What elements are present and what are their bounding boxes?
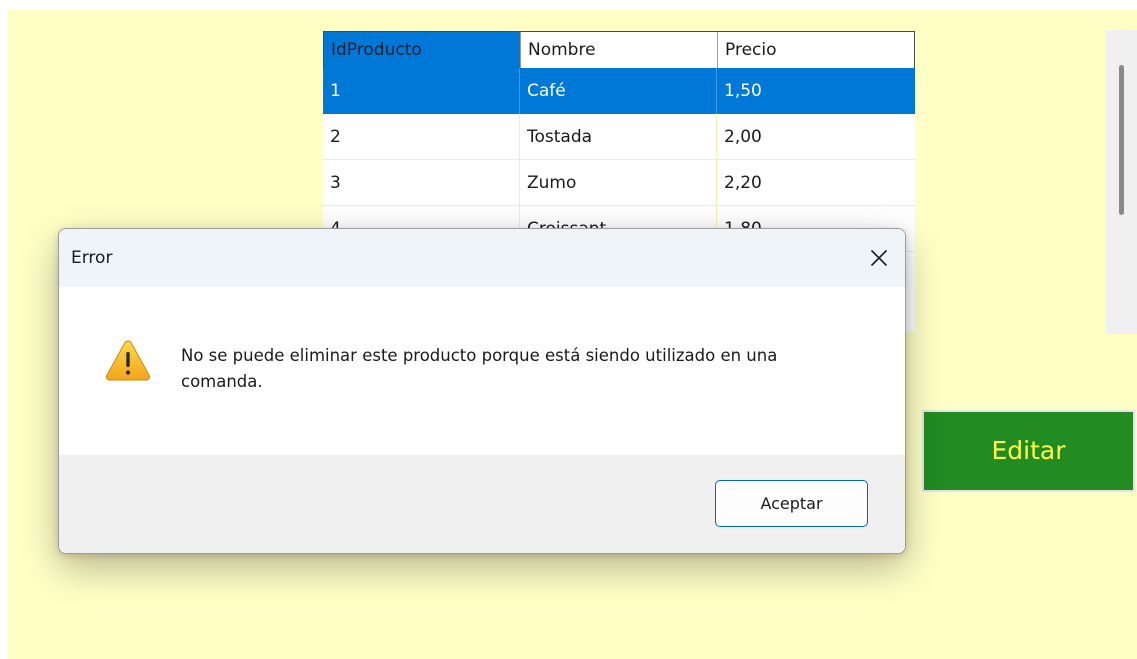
cell-nombre[interactable]: Zumo bbox=[520, 160, 717, 206]
vertical-scrollbar[interactable] bbox=[1106, 30, 1137, 334]
dialog-footer: Aceptar bbox=[59, 455, 905, 553]
warning-icon bbox=[105, 339, 151, 381]
column-header-nombre[interactable]: Nombre bbox=[521, 32, 718, 68]
cell-idproducto[interactable]: 1 bbox=[323, 68, 520, 114]
cell-nombre[interactable]: Tostada bbox=[520, 114, 717, 160]
close-icon[interactable] bbox=[867, 246, 891, 270]
grid-header: IdProducto Nombre Precio bbox=[323, 31, 915, 69]
dialog-message: No se puede eliminar este producto porqu… bbox=[181, 346, 778, 391]
cell-nombre[interactable]: Café bbox=[520, 68, 717, 114]
dialog-body: No se puede eliminar este producto porqu… bbox=[59, 287, 905, 455]
cell-precio[interactable]: 2,00 bbox=[717, 114, 915, 160]
table-row[interactable]: 2 Tostada 2,00 bbox=[323, 114, 915, 160]
table-row[interactable]: 3 Zumo 2,20 bbox=[323, 160, 915, 206]
column-header-idproducto[interactable]: IdProducto bbox=[324, 32, 521, 68]
cell-idproducto[interactable]: 2 bbox=[323, 114, 520, 160]
edit-button[interactable]: Editar bbox=[922, 410, 1135, 492]
scrollbar-thumb[interactable] bbox=[1119, 65, 1124, 215]
cell-precio[interactable]: 1,50 bbox=[717, 68, 915, 114]
dialog-title: Error bbox=[71, 248, 113, 268]
cell-idproducto[interactable]: 3 bbox=[323, 160, 520, 206]
table-row[interactable]: 1 Café 1,50 bbox=[323, 68, 915, 114]
column-header-precio[interactable]: Precio bbox=[718, 32, 915, 68]
dialog-titlebar: Error bbox=[59, 229, 905, 287]
error-dialog: Error No se puede eliminar este producto… bbox=[58, 228, 906, 554]
cell-precio[interactable]: 2,20 bbox=[717, 160, 915, 206]
ok-button[interactable]: Aceptar bbox=[715, 480, 868, 527]
